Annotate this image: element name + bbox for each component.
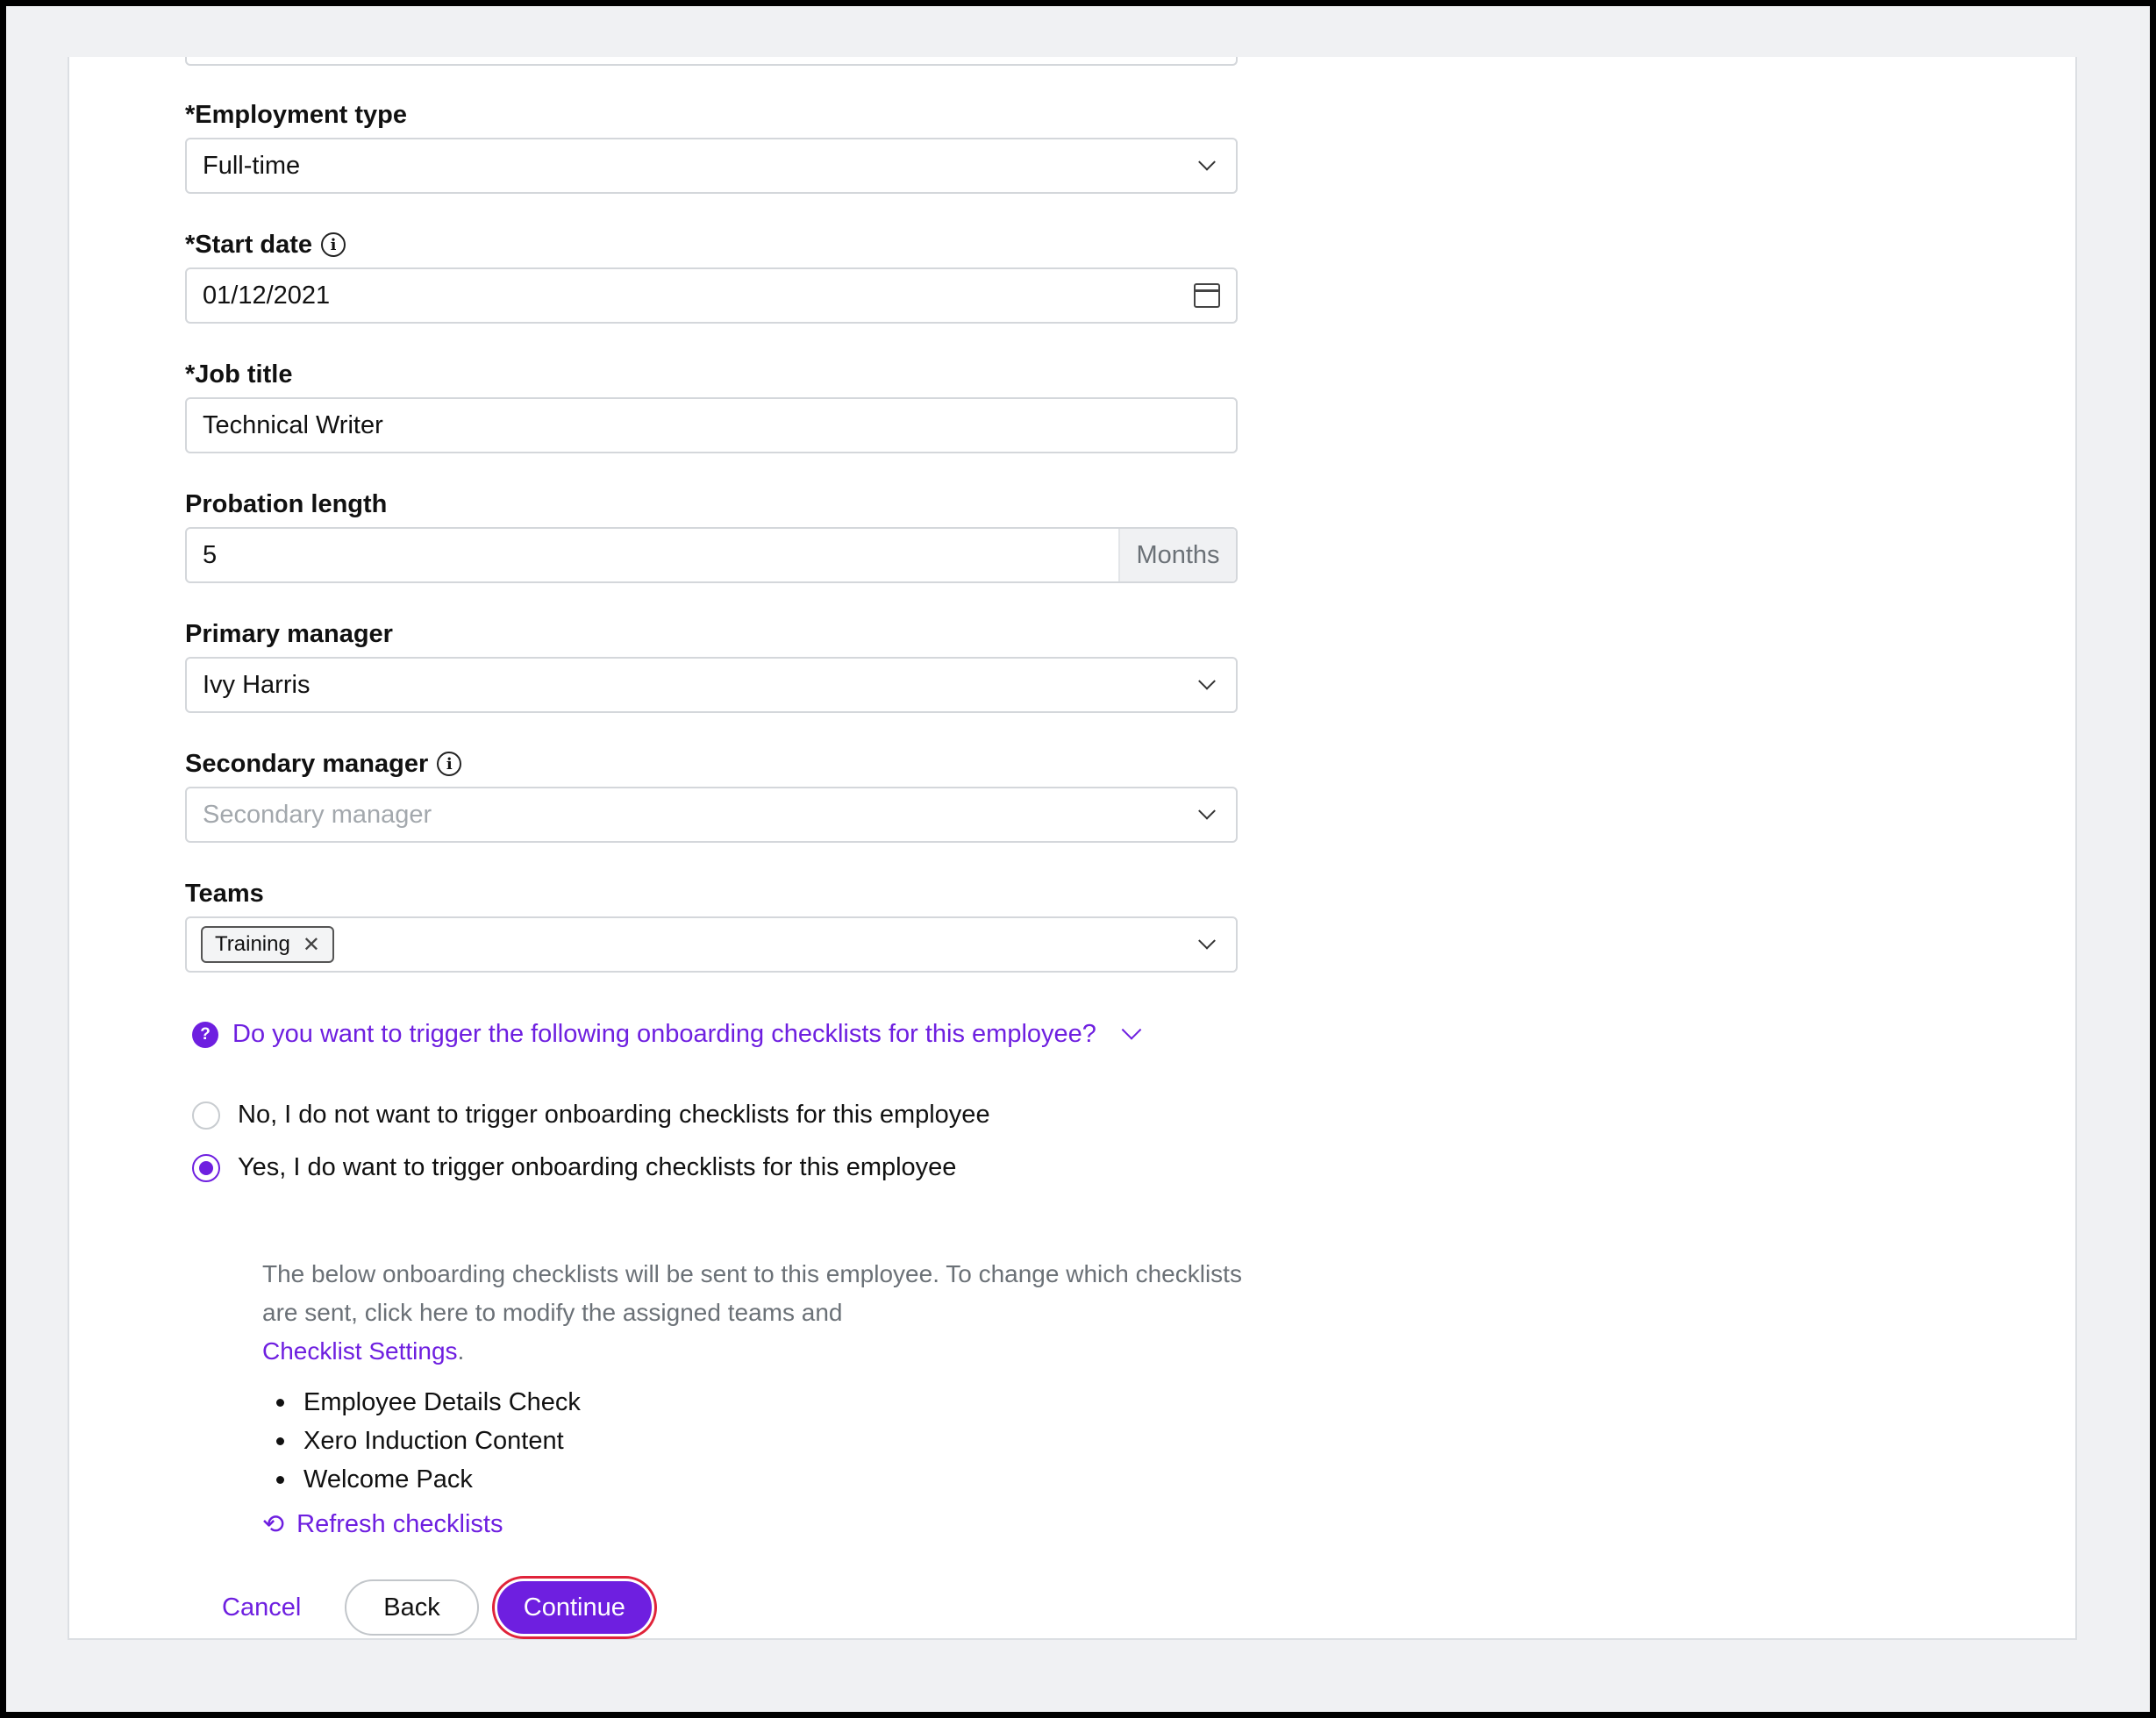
secondary-manager-label-text: Secondary manager	[185, 749, 429, 778]
radio-option-no[interactable]: No, I do not want to trigger onboarding …	[192, 1101, 990, 1130]
primary-manager-label-text: Primary manager	[185, 619, 393, 648]
secondary-manager-placeholder: Secondary manager	[203, 800, 432, 829]
question-icon: ?	[192, 1021, 218, 1048]
start-date-label-text: *Start date	[185, 230, 313, 259]
bullet-icon	[276, 1475, 284, 1484]
checklist-item-label: Xero Induction Content	[303, 1426, 564, 1455]
checklist-description-text: The below onboarding checklists will be …	[262, 1260, 1242, 1326]
previous-field-bottom	[185, 57, 1238, 66]
teams-label: Teams	[185, 876, 1238, 911]
chevron-down-icon	[1121, 1019, 1142, 1040]
cancel-button[interactable]: Cancel	[192, 1579, 331, 1636]
teams-tags: Training ✕	[201, 926, 1201, 963]
onboarding-question-toggle[interactable]: ? Do you want to trigger the following o…	[192, 1019, 1142, 1049]
checklist-settings-suffix: .	[457, 1337, 465, 1365]
secondary-manager-field: Secondary manager i Secondary manager	[185, 746, 1238, 843]
chevron-down-icon	[1198, 672, 1216, 690]
checklist-description: The below onboarding checklists will be …	[262, 1255, 1262, 1371]
job-title-label-text: *Job title	[185, 360, 293, 389]
teams-select[interactable]: Training ✕	[185, 916, 1238, 973]
start-date-label: *Start date i	[185, 227, 1238, 262]
close-icon[interactable]: ✕	[303, 932, 320, 958]
checklist-item-label: Welcome Pack	[303, 1465, 473, 1493]
chevron-down-icon	[1198, 802, 1216, 820]
employment-type-select[interactable]: Full-time	[185, 138, 1238, 194]
checklist-settings-link[interactable]: Checklist Settings	[262, 1337, 458, 1365]
probation-length-input[interactable]: 5 Months	[185, 527, 1238, 583]
list-item: Employee Details Check	[262, 1383, 581, 1422]
onboarding-question-text: Do you want to trigger the following onb…	[232, 1020, 1096, 1048]
start-date-field: *Start date i 01/12/2021	[185, 227, 1238, 324]
back-button[interactable]: Back	[345, 1579, 479, 1636]
radio-yes[interactable]	[192, 1153, 220, 1182]
radio-yes-label: Yes, I do want to trigger onboarding che…	[238, 1153, 957, 1181]
job-title-field: *Job title Technical Writer	[185, 357, 1238, 453]
teams-field: Teams Training ✕	[185, 876, 1238, 973]
probation-length-label-text: Probation length	[185, 489, 388, 518]
info-icon[interactable]: i	[321, 232, 346, 257]
primary-manager-label: Primary manager	[185, 617, 1238, 652]
secondary-manager-select[interactable]: Secondary manager	[185, 787, 1238, 843]
job-title-input[interactable]: Technical Writer	[185, 397, 1238, 453]
probation-length-value: 5	[203, 540, 218, 569]
teams-label-text: Teams	[185, 879, 264, 908]
chevron-down-icon	[1198, 153, 1216, 171]
checklist-list: Employee Details Check Xero Induction Co…	[262, 1383, 581, 1499]
primary-manager-select[interactable]: Ivy Harris	[185, 657, 1238, 713]
list-item: Xero Induction Content	[262, 1422, 581, 1460]
employment-type-value: Full-time	[203, 151, 301, 180]
calendar-icon[interactable]	[1194, 283, 1220, 308]
secondary-manager-label: Secondary manager i	[185, 746, 1238, 781]
primary-manager-field: Primary manager Ivy Harris	[185, 617, 1238, 713]
employment-type-label-text: *Employment type	[185, 100, 407, 129]
start-date-input[interactable]: 01/12/2021	[185, 267, 1238, 324]
job-title-label: *Job title	[185, 357, 1238, 392]
team-tag-label: Training	[215, 932, 290, 956]
bullet-icon	[276, 1436, 284, 1445]
start-date-value: 01/12/2021	[203, 281, 331, 310]
checklist-item-label: Employee Details Check	[303, 1387, 581, 1416]
team-tag: Training ✕	[201, 926, 334, 963]
continue-button[interactable]: Continue	[494, 1579, 654, 1636]
probation-length-field: Probation length 5 Months	[185, 487, 1238, 583]
radio-no[interactable]	[192, 1101, 220, 1130]
refresh-checklists-label: Refresh checklists	[296, 1510, 503, 1538]
job-title-value: Technical Writer	[203, 410, 383, 439]
list-item: Welcome Pack	[262, 1460, 581, 1499]
bullet-icon	[276, 1398, 284, 1407]
refresh-checklists-button[interactable]: ⟲ Refresh checklists	[262, 1509, 503, 1540]
radio-no-label: No, I do not want to trigger onboarding …	[238, 1101, 990, 1129]
refresh-icon: ⟲	[262, 1509, 285, 1540]
employment-type-field: *Employment type Full-time	[185, 97, 1238, 194]
form-actions: Cancel Back Continue	[192, 1579, 654, 1636]
probation-length-label: Probation length	[185, 487, 1238, 522]
primary-manager-value: Ivy Harris	[203, 670, 311, 699]
chevron-down-icon	[1198, 931, 1216, 950]
viewport: *Employment type Full-time *Start date i…	[6, 6, 2150, 1712]
employment-type-label: *Employment type	[185, 97, 1238, 132]
info-icon[interactable]: i	[437, 752, 462, 776]
form-card: *Employment type Full-time *Start date i…	[68, 57, 2077, 1640]
probation-unit-addon: Months	[1118, 529, 1236, 581]
radio-option-yes[interactable]: Yes, I do want to trigger onboarding che…	[192, 1153, 956, 1182]
